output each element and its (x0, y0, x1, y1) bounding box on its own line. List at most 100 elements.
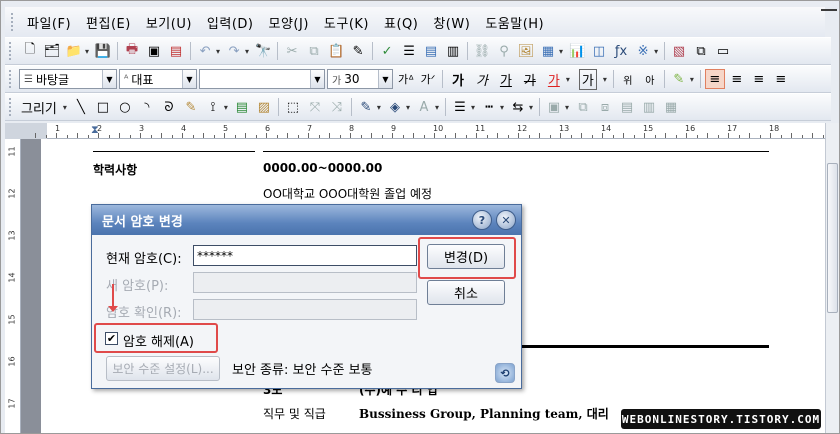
pen-tool-icon[interactable]: ✎ (181, 97, 201, 117)
security-level-button[interactable]: 보안 수준 설정(L)... (106, 356, 220, 381)
chevron-down-icon[interactable]: ▼ (102, 70, 116, 88)
bookmark-icon[interactable]: ⚲ (494, 41, 514, 61)
minimize-icon[interactable] (821, 7, 837, 11)
menu-edit[interactable]: 편집(E) (86, 13, 131, 32)
change-button[interactable]: 변경(D) (427, 244, 505, 269)
new-password-input[interactable] (193, 272, 417, 293)
picture-tool-icon[interactable]: ▨ (254, 97, 274, 117)
drawing-menu[interactable]: 그리기 (21, 98, 57, 117)
distribute-icon[interactable]: ▥ (639, 97, 659, 117)
menu-insert[interactable]: 입력(D) (207, 13, 254, 32)
release-password-checkbox[interactable]: ✔ (105, 332, 118, 345)
open-folder-icon[interactable]: 📁 (64, 41, 84, 61)
char-border-button[interactable]: 가 (578, 68, 597, 90)
hyperlink-icon[interactable]: ⛓ (472, 41, 492, 61)
symbol-icon[interactable]: ※ (633, 41, 653, 61)
highlight-icon[interactable]: ✎ (669, 69, 689, 89)
textbox-icon[interactable]: ◫ (589, 41, 609, 61)
italic-button[interactable]: 가 (476, 70, 488, 89)
ungroup-icon[interactable]: ▦ (661, 97, 681, 117)
picture-icon[interactable]: 🖼 (516, 41, 536, 61)
formula-icon[interactable]: ƒx (611, 41, 631, 61)
menu-help[interactable]: 도움말(H) (485, 13, 544, 32)
line-weight-icon[interactable]: ☰ (450, 97, 470, 117)
scrollbar-thumb[interactable] (827, 163, 838, 313)
char-shape-icon[interactable]: ▤ (421, 41, 441, 61)
connector-tool-icon[interactable]: ⟟ (203, 97, 223, 117)
new-document-icon[interactable]: 🗋 (20, 41, 40, 61)
order-icon[interactable]: ⧈ (595, 97, 615, 117)
undo-icon[interactable]: ↶ (195, 41, 215, 61)
font-size-select[interactable]: 가 30 ▼ (327, 69, 393, 89)
help-book-icon[interactable]: ⟲ (495, 363, 515, 383)
align-center-icon[interactable]: ≡ (749, 69, 769, 89)
grow-font-icon[interactable]: 가ᐞ (396, 69, 416, 89)
paste-icon[interactable]: 📋 (326, 41, 346, 61)
font-name-select[interactable]: ▼ (199, 69, 325, 89)
shrink-font-icon[interactable]: 가ᐟ (418, 69, 438, 89)
find-icon[interactable]: 🔭 (253, 41, 273, 61)
paragraph-icon[interactable]: ☰ (399, 41, 419, 61)
subscript-icon[interactable]: 아 (640, 69, 660, 89)
chevron-down-icon[interactable]: ▼ (378, 70, 392, 88)
table-icon[interactable]: ▦ (538, 41, 558, 61)
menu-window[interactable]: 창(W) (433, 13, 470, 32)
rectangle-tool-icon[interactable]: □ (93, 97, 113, 117)
fill-color-icon[interactable]: ◈ (385, 97, 405, 117)
cancel-button[interactable]: 취소 (427, 280, 505, 305)
menu-format[interactable]: 모양(J) (269, 13, 309, 32)
textbox-tool-icon[interactable]: ▤ (232, 97, 252, 117)
font-category-select[interactable]: ᴬ 대표 ▼ (119, 69, 197, 89)
underline-button[interactable]: 가 (500, 70, 512, 89)
print-icon[interactable]: 🖶 (122, 41, 142, 61)
columns-icon[interactable]: ▥ (443, 41, 463, 61)
vertical-ruler[interactable]: 11 12 13 14 15 16 17 (5, 139, 21, 433)
line-style-icon[interactable]: ┅ (479, 97, 499, 117)
ellipse-tool-icon[interactable]: ○ (115, 97, 135, 117)
bold-button[interactable]: 가 (452, 70, 464, 89)
align-left-icon[interactable]: ≡ (727, 69, 747, 89)
line-color-icon[interactable]: ✎ (356, 97, 376, 117)
window-layout-icon[interactable]: ⧉ (691, 41, 711, 61)
dialog-titlebar[interactable]: 문서 암호 변경 ? ✕ (92, 205, 521, 235)
menu-file[interactable]: 파일(F) (27, 13, 71, 32)
horizontal-ruler[interactable]: ⧗ 1 2 3 4 5 6 7 8 9 10 11 12 13 14 15 16 17 18 (5, 123, 831, 139)
align-right-icon[interactable]: ≡ (771, 69, 791, 89)
select-objects-icon[interactable]: ⬚ (283, 97, 303, 117)
polygon-tool-icon[interactable]: ᘐ (159, 97, 179, 117)
format-painter-icon[interactable]: ✎ (348, 41, 368, 61)
strikethrough-button[interactable]: 가 (524, 70, 536, 89)
shadow-icon[interactable]: ▣ (544, 97, 564, 117)
new-from-template-icon[interactable]: 🗂 (42, 41, 62, 61)
group-icon[interactable]: ⧉ (573, 97, 593, 117)
vertical-scrollbar[interactable] (825, 123, 839, 433)
superscript-icon[interactable]: 위 (618, 69, 638, 89)
style-select[interactable]: ☰ 바탕글 ▼ (19, 69, 117, 89)
menu-table[interactable]: 표(Q) (384, 13, 418, 32)
web-preview-icon[interactable]: ▤ (166, 41, 186, 61)
rotate-icon[interactable]: ⤧ (305, 97, 325, 117)
chevron-down-icon[interactable]: ▼ (310, 70, 324, 88)
save-icon[interactable]: 💾 (93, 41, 113, 61)
menu-tools[interactable]: 도구(K) (324, 13, 369, 32)
arc-tool-icon[interactable]: ◝ (137, 97, 157, 117)
spellcheck-icon[interactable]: ✓ (377, 41, 397, 61)
font-color-button[interactable]: 가 (548, 70, 560, 89)
copy-icon[interactable]: ⧉ (304, 41, 324, 61)
justify-icon[interactable]: ≡ (704, 69, 725, 89)
confirm-password-input[interactable] (193, 299, 417, 320)
cut-icon[interactable]: ✂ (282, 41, 302, 61)
current-password-input[interactable]: ****** (193, 245, 417, 266)
page-layout-icon[interactable]: ▧ (669, 41, 689, 61)
help-icon[interactable]: ? (472, 210, 492, 230)
print-preview-icon[interactable]: ▣ (144, 41, 164, 61)
chevron-down-icon[interactable]: ▼ (182, 70, 196, 88)
options-icon[interactable]: ▭ (713, 41, 733, 61)
align-objects-icon[interactable]: ▤ (617, 97, 637, 117)
chart-icon[interactable]: 📊 (567, 41, 587, 61)
menu-view[interactable]: 보기(U) (146, 13, 192, 32)
text-color-icon[interactable]: A (414, 97, 434, 117)
line-tool-icon[interactable]: ╲ (71, 97, 91, 117)
close-icon[interactable]: ✕ (496, 210, 516, 230)
redo-icon[interactable]: ↷ (224, 41, 244, 61)
